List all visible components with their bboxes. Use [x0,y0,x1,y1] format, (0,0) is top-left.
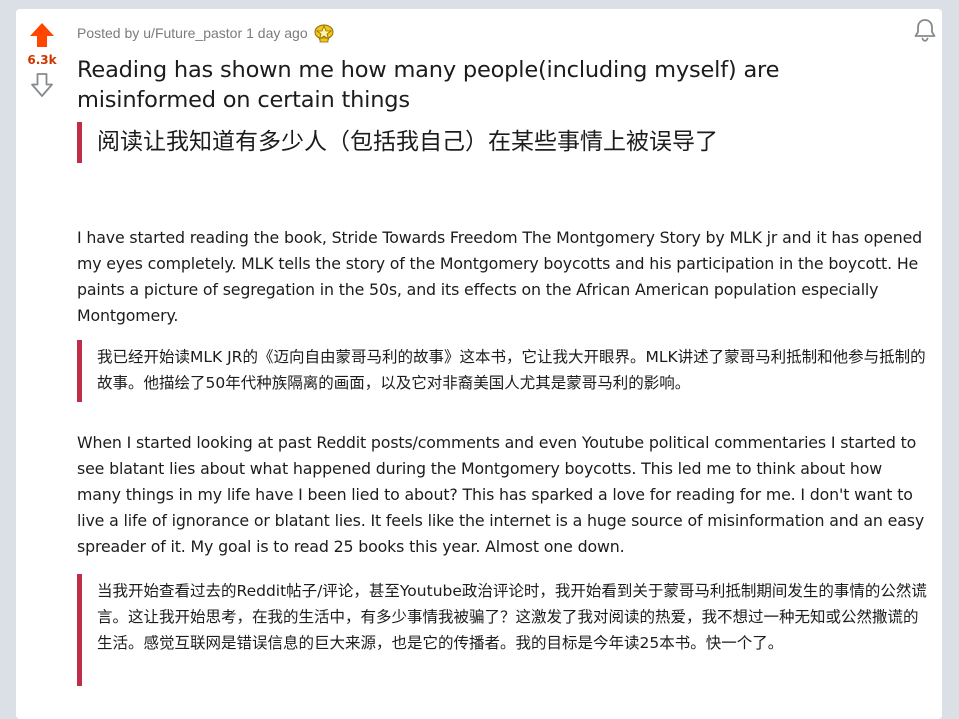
bell-icon[interactable] [912,17,938,47]
body-paragraph-2: When I started looking at past Reddit po… [77,433,925,556]
post-timestamp[interactable]: 1 day ago [246,25,308,41]
title-translation-quote: 阅读让我知道有多少人（包括我自己）在某些事情上被误导了 [77,122,837,163]
paragraph-1-translation-quote: 我已经开始读MLK JR的《迈向自由蒙哥马利的故事》这本书，它让我大开眼界。ML… [77,340,927,402]
body-paragraph-1: I have started reading the book, Stride … [77,228,923,325]
vote-score: 6.3k [27,53,57,67]
post-title[interactable]: Reading has shown me how many people(inc… [77,55,837,115]
paragraph-2-translation-quote: 当我开始查看过去的Reddit帖子/评论，甚至Youtube政治评论时，我开始看… [77,574,927,686]
upvote-arrow-icon [30,23,54,47]
downvote-button[interactable] [28,71,56,99]
post-meta: Posted by u/Future_pastor 1 day ago [77,23,335,43]
posted-by-label: Posted by [77,25,140,41]
vote-column: 6.3k [16,9,68,99]
downvote-arrow-icon [31,73,53,97]
username-link[interactable]: u/Future_pastor [143,25,242,41]
upvote-button[interactable] [28,21,56,49]
post-card: 6.3k Posted by u/Future_pastor 1 day ago [16,9,942,719]
award-icon[interactable] [313,23,335,43]
